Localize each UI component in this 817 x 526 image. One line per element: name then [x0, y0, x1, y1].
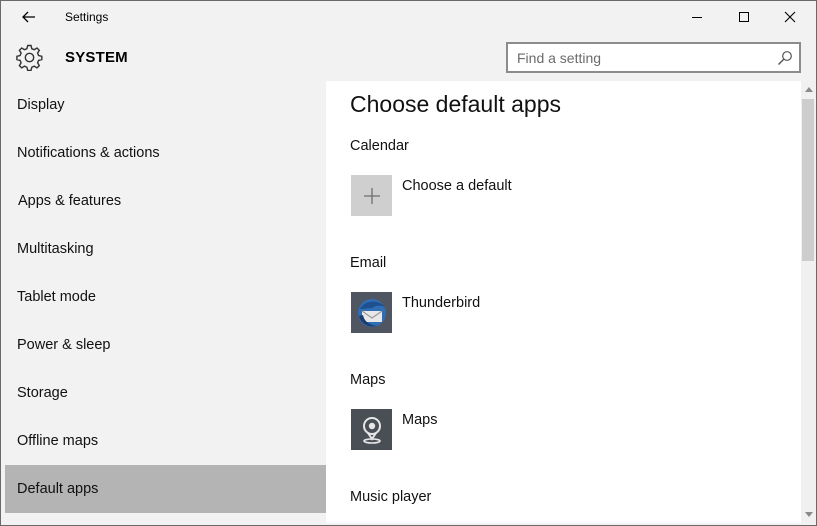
sidebar-item-tablet-mode[interactable]: Tablet mode	[5, 273, 326, 321]
sidebar-item-label: Display	[17, 97, 65, 113]
sidebar-item-power-sleep[interactable]: Power & sleep	[5, 321, 326, 369]
sidebar-item-label: Storage	[17, 385, 68, 401]
maximize-button[interactable]	[721, 1, 767, 33]
plus-icon	[351, 175, 392, 216]
chevron-down-icon	[804, 512, 813, 517]
section-label-maps: Maps	[350, 372, 386, 388]
window-title: Settings	[65, 10, 109, 24]
search-box[interactable]	[506, 42, 801, 73]
back-button[interactable]	[9, 1, 49, 33]
sidebar-item-apps-features[interactable]: Apps & features	[5, 177, 326, 225]
sidebar-item-label: Tablet mode	[17, 289, 96, 305]
calendar-default-button[interactable]: Choose a default	[351, 175, 751, 217]
sidebar-item-label: Offline maps	[17, 433, 99, 449]
content-scrollbar[interactable]	[801, 81, 816, 523]
section-label-email: Email	[350, 255, 387, 271]
maximize-icon	[739, 12, 749, 22]
settings-header: SYSTEM	[1, 33, 816, 81]
email-default-button[interactable]: Thunderbird	[351, 292, 751, 334]
page-title: Choose default apps	[350, 91, 561, 117]
scroll-down-button[interactable]	[801, 506, 816, 523]
chevron-up-icon	[804, 87, 813, 92]
sidebar-item-offline-maps[interactable]: Offline maps	[5, 417, 326, 465]
search-input[interactable]	[508, 44, 768, 71]
minimize-icon	[692, 17, 702, 18]
section-label-calendar: Calendar	[350, 138, 409, 154]
main-content: Choose default apps Calendar Choose a de…	[326, 81, 801, 523]
back-arrow-icon	[22, 11, 35, 23]
gear-icon	[16, 44, 43, 71]
sidebar-item-default-apps[interactable]: Default apps	[5, 465, 326, 513]
app-name: Thunderbird	[402, 295, 481, 311]
app-name: Maps	[402, 412, 438, 428]
sidebar-item-label: Default apps	[17, 481, 99, 497]
sidebar-item-multitasking[interactable]: Multitasking	[5, 225, 326, 273]
search-icon[interactable]	[777, 50, 793, 66]
thunderbird-icon	[351, 292, 392, 333]
sidebar-item-label: Multitasking	[17, 241, 94, 257]
close-icon	[784, 11, 796, 23]
sidebar-item-notifications[interactable]: Notifications & actions	[5, 129, 326, 177]
title-bar: Settings	[1, 1, 816, 33]
scroll-thumb[interactable]	[802, 99, 814, 261]
sidebar-nav: Display Notifications & actions Apps & f…	[5, 81, 326, 523]
sidebar-item-display[interactable]: Display	[5, 81, 326, 129]
section-label-music-player: Music player	[350, 489, 432, 505]
sidebar-item-label: Notifications & actions	[17, 145, 160, 161]
app-name: Choose a default	[402, 178, 512, 194]
sidebar-item-label: Power & sleep	[17, 337, 111, 353]
settings-window: Settings SYSTEM Find a setting Display N…	[0, 0, 817, 526]
scroll-up-button[interactable]	[801, 81, 816, 98]
sidebar-item-label: Apps & features	[18, 193, 122, 209]
close-button[interactable]	[767, 1, 813, 33]
section-title: SYSTEM	[65, 49, 128, 66]
sidebar-item-storage[interactable]: Storage	[5, 369, 326, 417]
maps-icon	[351, 409, 392, 450]
maps-default-button[interactable]: Maps	[351, 409, 751, 451]
minimize-button[interactable]	[674, 1, 720, 33]
